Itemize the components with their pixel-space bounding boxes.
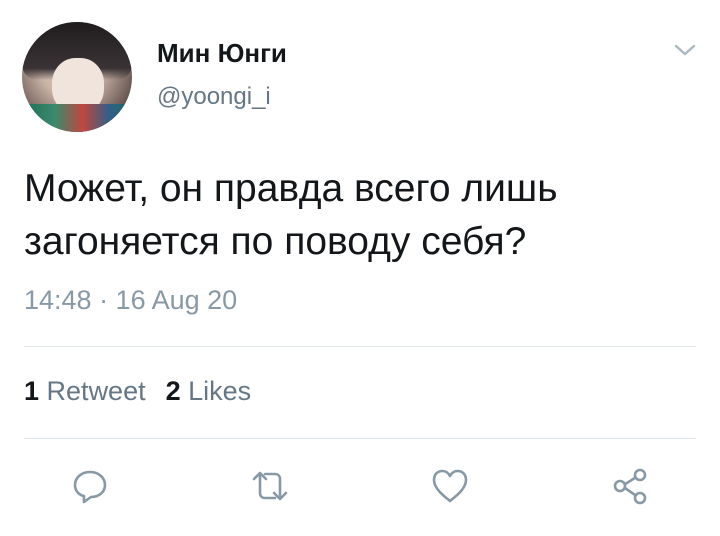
tweet-text-line: Может, он правда всего лишь xyxy=(24,167,558,210)
retweets-stat[interactable]: 1 Retweet xyxy=(24,376,146,406)
divider xyxy=(24,438,696,439)
retweet-button[interactable] xyxy=(250,466,290,506)
like-button[interactable] xyxy=(430,466,470,506)
divider xyxy=(24,346,696,347)
retweets-count: 1 xyxy=(24,376,40,406)
tweet-text-line: загоняется по поводу себя? xyxy=(24,220,527,263)
display-name[interactable]: Мин Юнги xyxy=(157,38,287,69)
chevron-down-icon[interactable] xyxy=(672,40,698,60)
avatar-shirt xyxy=(22,104,132,132)
reply-button[interactable] xyxy=(70,466,110,506)
likes-stat[interactable]: 2 Likes xyxy=(166,376,252,406)
share-icon xyxy=(613,468,647,505)
tweet-timestamp[interactable]: 14:48 · 16 Aug 20 xyxy=(24,285,237,316)
tweet-text: Может, он правда всего лишь загоняется п… xyxy=(24,162,704,268)
retweets-label: Retweet xyxy=(46,376,146,406)
user-handle[interactable]: @yoongi_i xyxy=(157,83,271,111)
retweet-icon xyxy=(252,471,288,501)
like-icon xyxy=(432,469,468,503)
share-button[interactable] xyxy=(610,466,650,506)
likes-label: Likes xyxy=(188,376,252,406)
avatar[interactable] xyxy=(22,22,132,132)
reply-icon xyxy=(73,470,107,504)
engagement-stats: 1 Retweet 2 Likes xyxy=(24,376,251,407)
likes-count: 2 xyxy=(165,376,181,406)
